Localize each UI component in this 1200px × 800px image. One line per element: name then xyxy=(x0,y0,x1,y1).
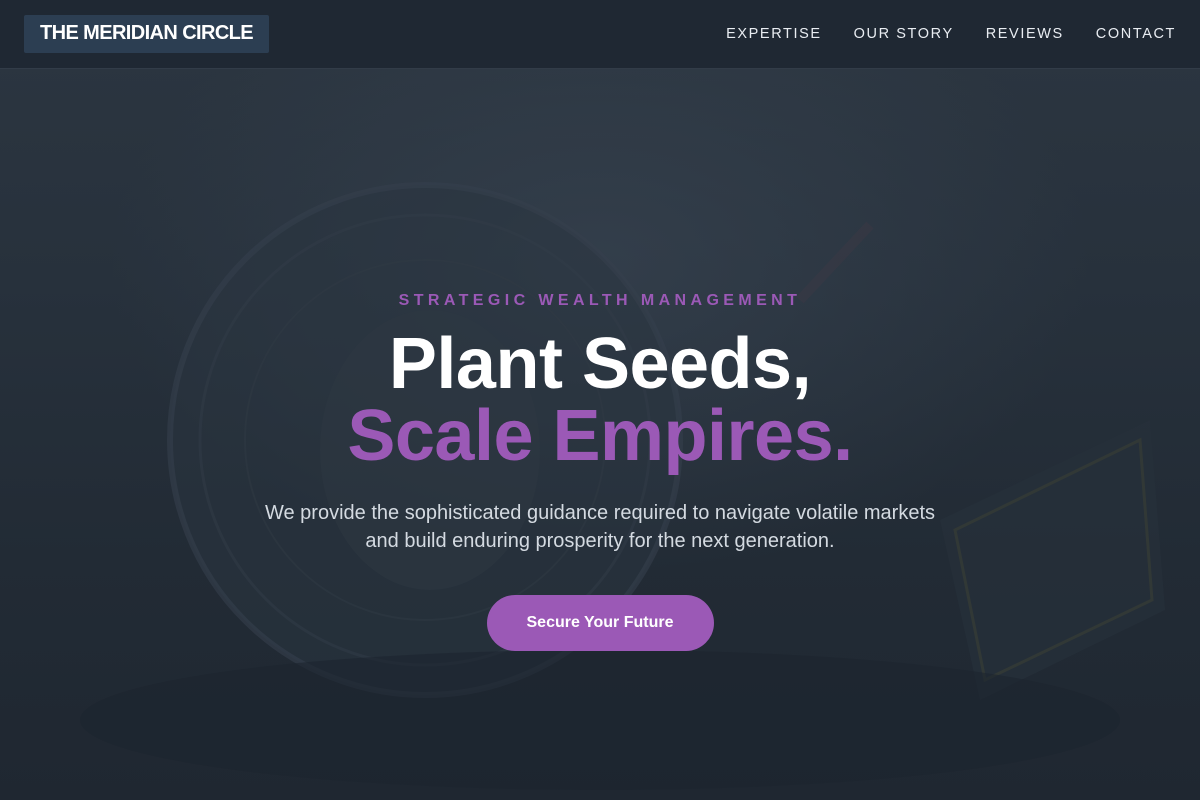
hero-headline: Plant Seeds, Scale Empires. xyxy=(347,324,853,476)
nav-link-reviews[interactable]: REVIEWS xyxy=(986,26,1064,42)
nav-link-contact[interactable]: CONTACT xyxy=(1096,26,1176,42)
nav-link-expertise[interactable]: EXPERTISE xyxy=(726,26,822,42)
nav-link-our-story[interactable]: OUR STORY xyxy=(854,26,954,42)
headline-line-2: Scale Empires. xyxy=(347,396,853,476)
headline-line-1: Plant Seeds, xyxy=(388,324,812,404)
hero-section: STRATEGIC WEALTH MANAGEMENT Plant Seeds,… xyxy=(0,69,1200,800)
hero-subtext: We provide the sophisticated guidance re… xyxy=(264,502,936,552)
site-header: THE MERIDIAN CIRCLE EXPERTISE OUR STORY … xyxy=(0,0,1200,69)
hero-eyebrow: STRATEGIC WEALTH MANAGEMENT xyxy=(398,292,802,309)
secure-future-button[interactable]: Secure Your Future xyxy=(486,595,714,651)
logo[interactable]: THE MERIDIAN CIRCLE xyxy=(24,15,270,53)
main-nav: EXPERTISE OUR STORY REVIEWS CONTACT xyxy=(726,26,1176,42)
